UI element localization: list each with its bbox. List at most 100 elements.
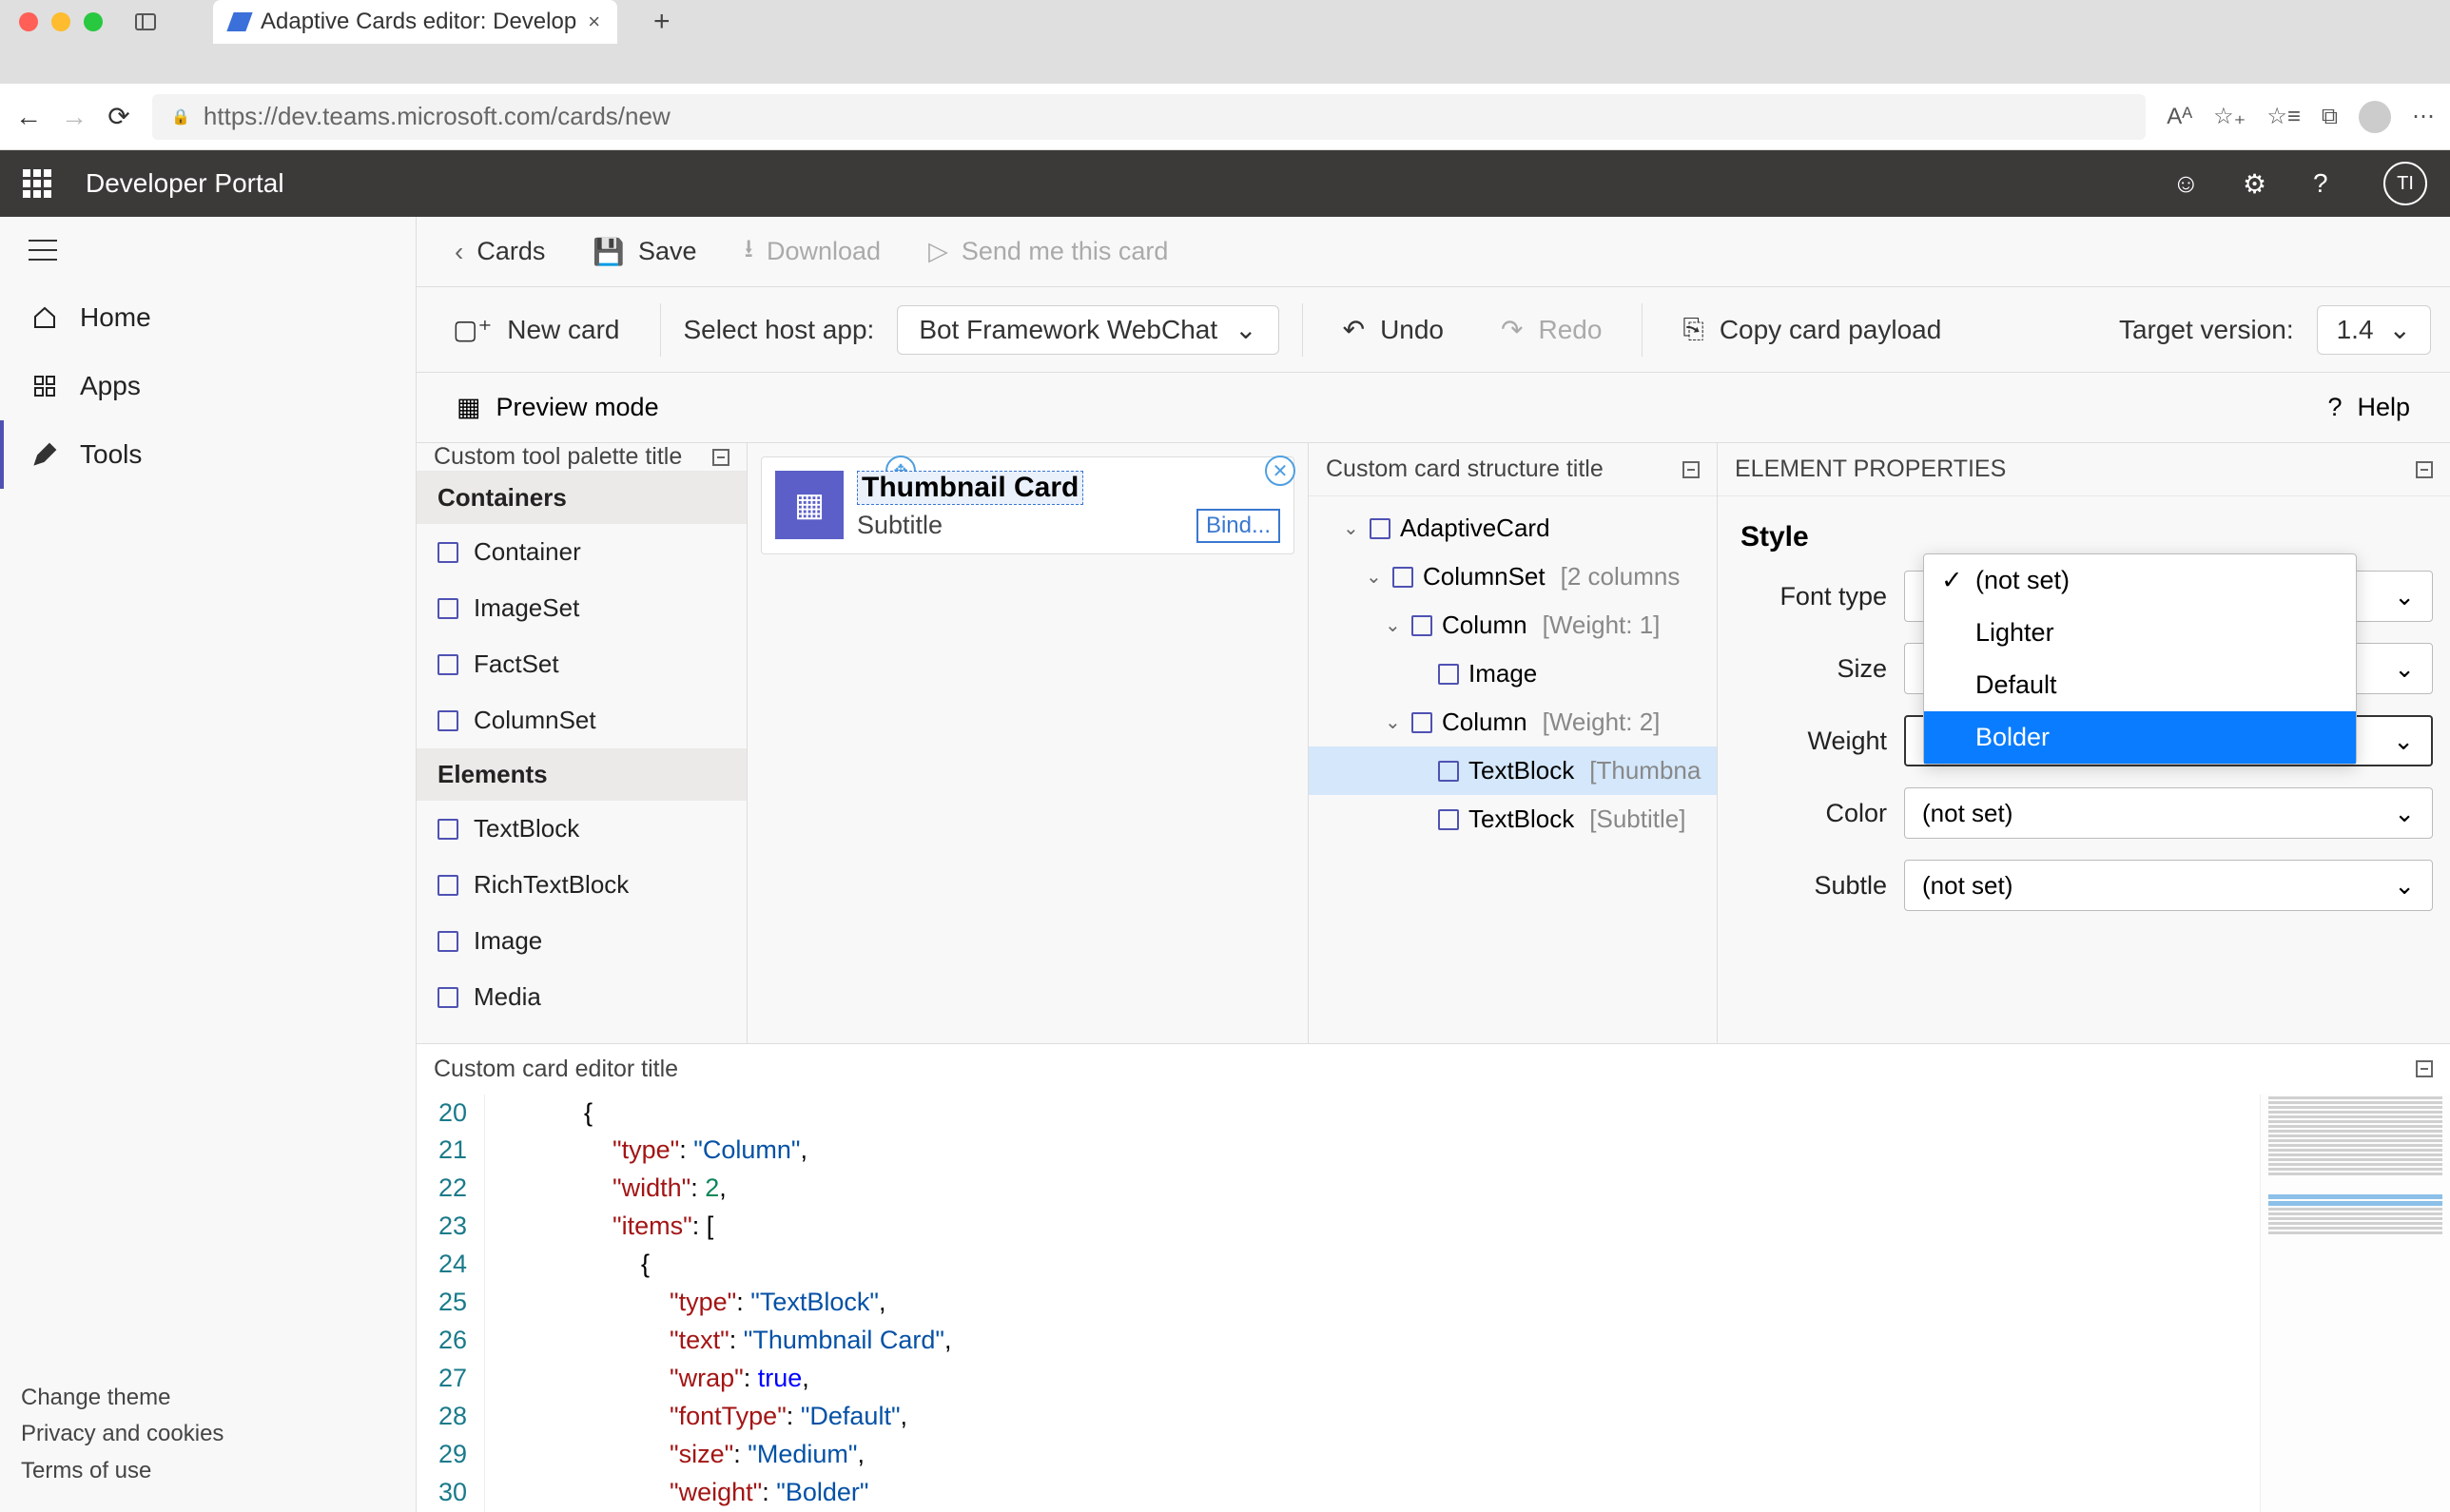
- chevron-down-icon[interactable]: ⌄: [1385, 613, 1402, 637]
- columnset-icon: [1392, 567, 1413, 588]
- more-icon[interactable]: ⋯: [2412, 103, 2435, 130]
- host-app-select[interactable]: Bot Framework WebChat ⌄: [897, 305, 1278, 355]
- user-avatar[interactable]: TI: [2383, 162, 2427, 205]
- tree-node-image[interactable]: ⌄ Image: [1309, 649, 1717, 698]
- canvas[interactable]: ✥ ✕ ▦ Thumbnail Card Subtitle Bind...: [748, 443, 1309, 1043]
- undo-button[interactable]: ↶ Undo: [1326, 306, 1461, 353]
- dropdown-option-notset[interactable]: (not set): [1924, 554, 2356, 607]
- app-launcher-icon[interactable]: [23, 169, 51, 198]
- new-card-button[interactable]: ▢⁺ New card: [436, 306, 637, 353]
- footer-link[interactable]: Change theme: [21, 1380, 395, 1416]
- help-button[interactable]: ? Help: [2310, 385, 2427, 430]
- settings-icon[interactable]: ⚙: [2243, 168, 2271, 200]
- undo-label: Undo: [1380, 315, 1444, 345]
- send-button: ▷ Send me this card: [928, 237, 1168, 266]
- footer-link[interactable]: Terms of use: [21, 1453, 395, 1489]
- tree-node-columnset[interactable]: ⌄ ColumnSet [2 columns: [1309, 552, 1717, 601]
- url-input[interactable]: 🔒 https://dev.teams.microsoft.com/cards/…: [152, 94, 2146, 140]
- maximize-window[interactable]: [84, 12, 103, 31]
- sidebar-toggle-icon[interactable]: [135, 13, 156, 30]
- close-window[interactable]: [19, 12, 38, 31]
- portal-title: Developer Portal: [86, 168, 284, 199]
- preview-mode-button[interactable]: ▦ Preview mode: [439, 385, 676, 430]
- copy-payload-button[interactable]: ⎘ Copy card payload: [1665, 306, 1958, 353]
- back-icon[interactable]: ←: [15, 102, 40, 132]
- tree-label: TextBlock: [1468, 756, 1574, 785]
- palette-item-label: Media: [474, 982, 541, 1012]
- emoji-icon[interactable]: ☺: [2172, 168, 2201, 199]
- minimize-window[interactable]: [51, 12, 70, 31]
- dropdown-option-lighter[interactable]: Lighter: [1924, 607, 2356, 659]
- nav-tools[interactable]: Tools: [0, 420, 416, 489]
- palette-item[interactable]: ActionSet: [417, 1025, 747, 1043]
- favorite-icon[interactable]: ☆₊: [2213, 103, 2246, 130]
- palette-item[interactable]: RichTextBlock: [417, 857, 747, 913]
- card-preview[interactable]: ✥ ✕ ▦ Thumbnail Card Subtitle Bind...: [761, 456, 1294, 554]
- footer-link[interactable]: Privacy and cookies: [21, 1416, 395, 1452]
- palette-item[interactable]: ColumnSet: [417, 692, 747, 748]
- profile-icon[interactable]: [2359, 101, 2391, 133]
- breadcrumb-label: Cards: [476, 237, 545, 266]
- chevron-down-icon: ⌄: [2393, 727, 2414, 756]
- target-version-select[interactable]: 1.4 ⌄: [2317, 305, 2431, 355]
- palette-item[interactable]: Image: [417, 913, 747, 969]
- dropdown-option-default[interactable]: Default: [1924, 659, 2356, 711]
- tab-close-icon[interactable]: ×: [588, 10, 600, 34]
- palette-item[interactable]: FactSet: [417, 636, 747, 692]
- palette-item-icon: [438, 819, 458, 840]
- palette-item[interactable]: TextBlock: [417, 801, 747, 857]
- card-title[interactable]: Thumbnail Card: [857, 471, 1083, 505]
- palette-item-icon: [438, 931, 458, 952]
- subtle-select[interactable]: (not set)⌄: [1904, 860, 2433, 911]
- nav-home[interactable]: Home: [0, 283, 416, 352]
- tree-node-column-1[interactable]: ⌄ Column [Weight: 1]: [1309, 601, 1717, 649]
- target-version-label: Target version:: [2119, 315, 2294, 345]
- tree-node-textblock-2[interactable]: ⌄ TextBlock [Subtitle]: [1309, 795, 1717, 843]
- collapse-icon[interactable]: [2416, 1060, 2433, 1077]
- nav-apps[interactable]: Apps: [0, 352, 416, 420]
- tree-node-textblock-1[interactable]: ⌄ TextBlock [Thumbna: [1309, 746, 1717, 795]
- palette-item[interactable]: ImageSet: [417, 580, 747, 636]
- bind-button[interactable]: Bind...: [1196, 509, 1280, 543]
- refresh-icon[interactable]: ⟳: [107, 101, 131, 132]
- tree-node-adaptivecard[interactable]: ⌄ AdaptiveCard: [1309, 504, 1717, 552]
- hamburger-icon[interactable]: [29, 240, 57, 261]
- dropdown-option-bolder[interactable]: Bolder: [1924, 711, 2356, 764]
- structure-header: Custom card structure title: [1309, 443, 1717, 496]
- collapse-icon[interactable]: [2416, 461, 2433, 478]
- collapse-icon[interactable]: [1682, 461, 1700, 478]
- palette-item-icon: [438, 710, 458, 731]
- code-lines[interactable]: { "type": "Column", "width": 2, "items":…: [485, 1095, 2450, 1512]
- chevron-down-icon: ⌄: [2394, 871, 2415, 901]
- redo-button: ↷ Redo: [1484, 306, 1619, 353]
- line-gutter: 2021222324252627282930: [417, 1095, 485, 1512]
- textblock-icon: [1438, 761, 1459, 782]
- color-select[interactable]: (not set)⌄: [1904, 787, 2433, 839]
- chevron-down-icon[interactable]: ⌄: [1343, 516, 1360, 540]
- browser-chrome: Adaptive Cards editor: Develop × +: [0, 0, 2450, 84]
- chevron-down-icon: ⌄: [1235, 314, 1256, 345]
- read-aloud-icon[interactable]: Aᴬ: [2167, 104, 2192, 130]
- palette-item[interactable]: Container: [417, 524, 747, 580]
- collections-icon[interactable]: ⧉: [2322, 104, 2338, 130]
- save-button[interactable]: 💾 Save: [593, 237, 696, 267]
- window-controls: [19, 12, 103, 31]
- tree-label: TextBlock: [1468, 804, 1574, 834]
- code-body[interactable]: 2021222324252627282930 { "type": "Column…: [417, 1095, 2450, 1512]
- tree-node-column-2[interactable]: ⌄ Column [Weight: 2]: [1309, 698, 1717, 746]
- chevron-down-icon[interactable]: ⌄: [1385, 710, 1402, 734]
- new-tab-button[interactable]: +: [653, 6, 671, 38]
- nav-label: Home: [80, 302, 151, 333]
- browser-tab[interactable]: Adaptive Cards editor: Develop ×: [213, 0, 617, 44]
- back-cards[interactable]: ‹ Cards: [455, 237, 545, 267]
- collapse-icon[interactable]: [712, 449, 729, 466]
- tree-label: ColumnSet: [1423, 562, 1546, 591]
- weight-dropdown[interactable]: (not set) Lighter Default Bolder: [1923, 553, 2357, 765]
- redo-label: Redo: [1538, 315, 1602, 345]
- favorites-bar-icon[interactable]: ☆≡: [2266, 103, 2301, 130]
- minimap[interactable]: [2260, 1095, 2450, 1512]
- tree-meta: [Subtitle]: [1589, 804, 1685, 834]
- help-icon[interactable]: ?: [2313, 168, 2342, 199]
- chevron-down-icon[interactable]: ⌄: [1366, 565, 1383, 589]
- palette-item[interactable]: Media: [417, 969, 747, 1025]
